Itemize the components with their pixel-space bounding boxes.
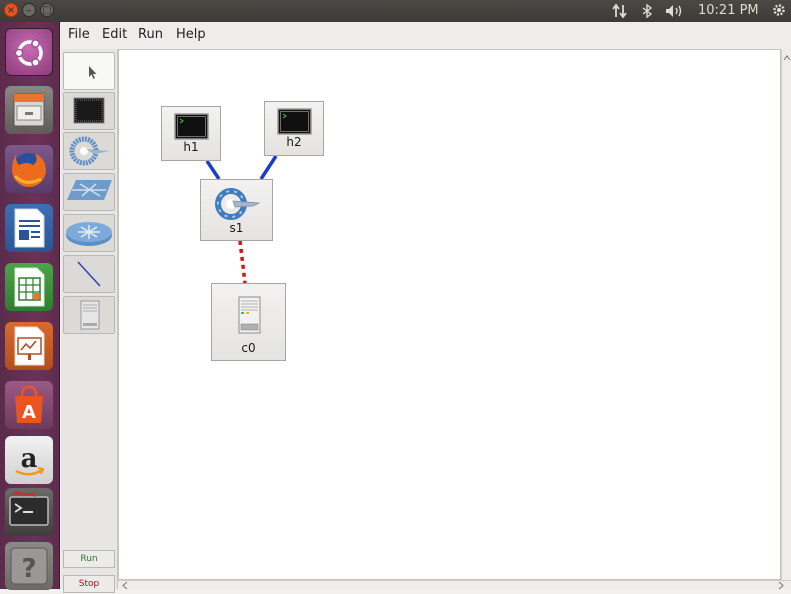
network-arrows-icon[interactable] <box>612 3 628 19</box>
stop-button[interactable]: Stop <box>63 575 115 593</box>
launcher-item-writer[interactable] <box>5 204 53 252</box>
tool-legacy-switch[interactable] <box>63 173 115 211</box>
node-h2[interactable]: h2 <box>264 101 324 156</box>
tool-switch[interactable] <box>63 132 115 170</box>
menu-help[interactable]: Help <box>176 27 206 42</box>
legacy-switch-icon <box>67 180 112 200</box>
writer-document-icon <box>14 208 45 248</box>
impress-presentation-icon <box>14 326 45 366</box>
launcher: A a ? <box>0 22 60 590</box>
terminal-icon <box>9 491 49 526</box>
svg-text:A: A <box>22 402 36 423</box>
node-label: s1 <box>229 221 244 235</box>
tool-controller[interactable] <box>63 296 115 334</box>
controller-server-icon <box>80 300 100 330</box>
switch-icon <box>215 188 261 220</box>
tool-host[interactable] <box>63 92 115 130</box>
bluetooth-icon[interactable] <box>641 3 653 19</box>
menu-bar: File Edit Run Help <box>61 22 791 50</box>
switch-icon <box>69 136 110 166</box>
node-s1[interactable]: s1 <box>200 179 273 241</box>
firefox-icon <box>12 153 46 187</box>
minimize-button[interactable]: – <box>22 3 36 17</box>
svg-text:a: a <box>21 444 38 474</box>
clock[interactable]: 10:21 PM <box>698 3 759 18</box>
launcher-item-software-center[interactable]: A <box>5 381 53 429</box>
launcher-item-amazon[interactable]: a <box>5 436 53 484</box>
vertical-scrollbar[interactable] <box>781 49 791 580</box>
file-cabinet-icon <box>13 93 45 127</box>
launcher-item-impress[interactable] <box>5 322 53 370</box>
launcher-item-help[interactable]: ? <box>5 542 53 590</box>
pointer-arrow-icon <box>89 66 97 79</box>
close-button[interactable]: × <box>4 3 18 17</box>
shopping-bag-icon: A <box>15 385 43 423</box>
amazon-logo-icon: a <box>15 444 45 476</box>
top-panel: × – □ 10:21 PM <box>0 0 791 22</box>
run-button[interactable]: Run <box>63 550 115 568</box>
launcher-item-calc[interactable] <box>5 263 53 311</box>
maximize-button[interactable]: □ <box>40 3 54 17</box>
host-terminal-icon <box>73 97 105 124</box>
node-label: c0 <box>241 341 256 355</box>
launcher-item-firefox[interactable] <box>5 145 53 193</box>
launcher-item-ubuntu-dash[interactable] <box>5 28 53 76</box>
gear-icon[interactable] <box>771 2 787 18</box>
menu-edit[interactable]: Edit <box>102 27 127 42</box>
ubuntu-logo-icon <box>14 39 43 67</box>
tool-link[interactable] <box>63 255 115 293</box>
node-label: h2 <box>286 135 302 149</box>
horizontal-scrollbar[interactable] <box>118 580 791 590</box>
tool-select[interactable] <box>63 52 115 90</box>
launcher-item-terminal[interactable] <box>5 488 53 536</box>
tool-router[interactable] <box>63 214 115 252</box>
node-label: h1 <box>183 140 199 154</box>
svg-text:?: ? <box>21 554 36 584</box>
launcher-item-files[interactable] <box>5 86 53 134</box>
volume-icon[interactable] <box>664 3 686 19</box>
scroll-up-icon[interactable] <box>782 51 791 65</box>
router-icon <box>66 222 112 246</box>
calc-spreadsheet-icon <box>14 267 45 307</box>
node-h1[interactable]: h1 <box>161 106 221 161</box>
controller-server-icon <box>238 296 261 334</box>
menu-file[interactable]: File <box>68 27 90 42</box>
tool-palette: Run Stop <box>61 49 118 593</box>
link-line-icon <box>77 261 101 287</box>
help-question-icon: ? <box>10 547 48 585</box>
node-c0[interactable]: c0 <box>211 283 286 361</box>
menu-run[interactable]: Run <box>138 27 163 42</box>
